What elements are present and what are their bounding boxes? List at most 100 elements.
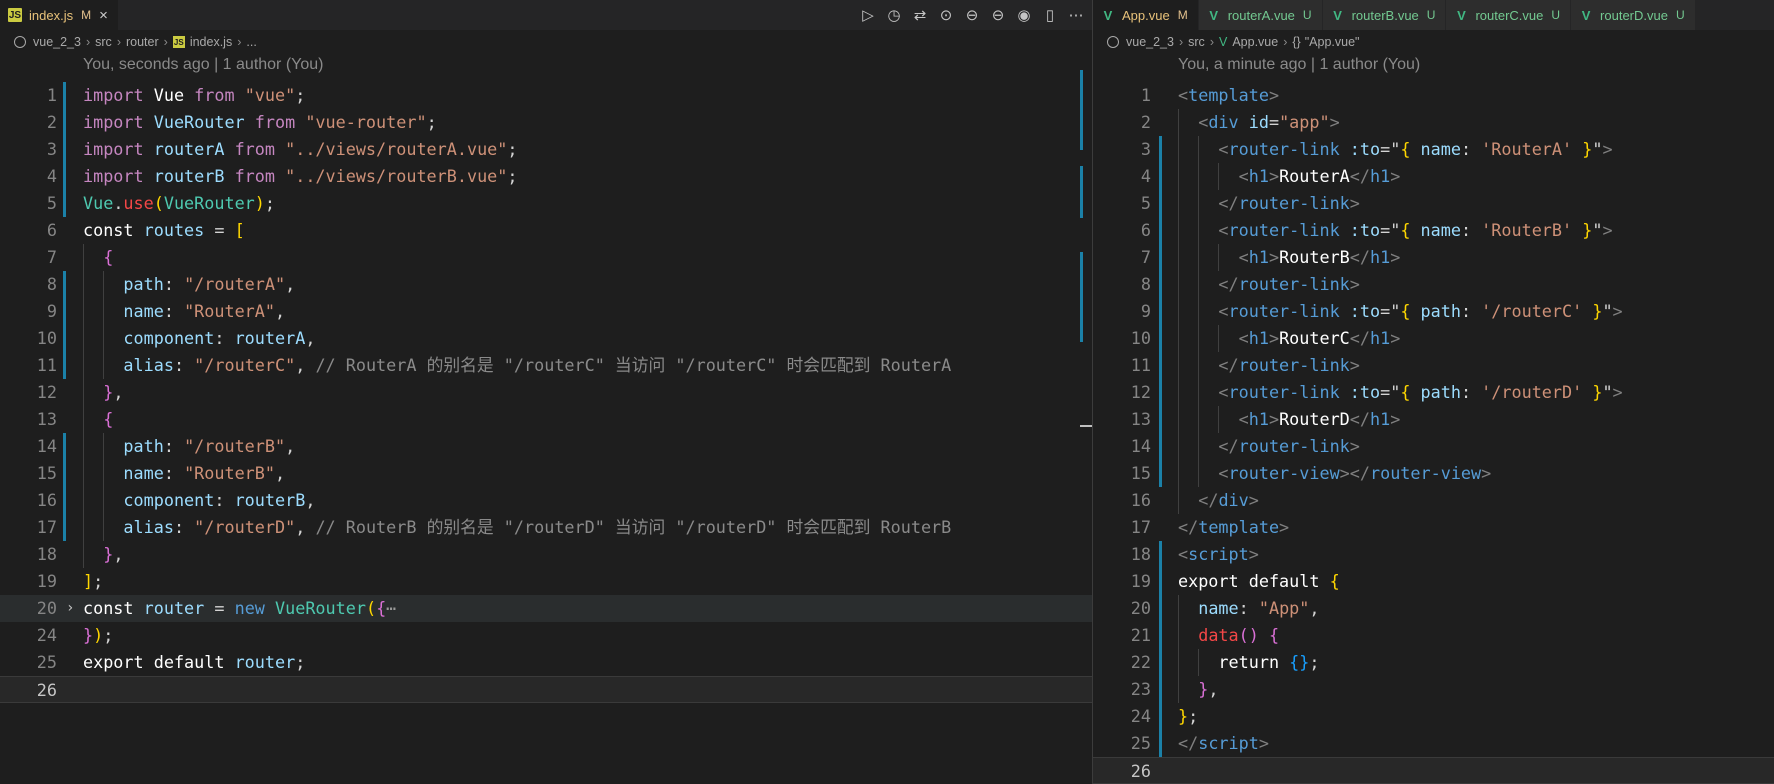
modified-badge: M <box>81 8 92 22</box>
tab-routera-vue[interactable]: V routerA.vue U <box>1198 0 1323 30</box>
git-blame-codelens[interactable]: You, a minute ago | 1 author (You) <box>1178 56 1420 74</box>
breadcrumb-item[interactable]: App.vue <box>1232 35 1278 49</box>
run-icon[interactable]: ▷ <box>860 6 876 24</box>
code-line: 21 data() { <box>1093 622 1774 649</box>
modified-badge: M <box>1177 8 1188 22</box>
vue-file-icon: V <box>1581 7 1591 23</box>
breadcrumb-item[interactable]: ... <box>246 35 256 49</box>
code-line: 2 import VueRouter from "vue-router"; <box>0 109 1092 136</box>
breadcrumb-item[interactable]: src <box>95 35 112 49</box>
more-actions-icon[interactable]: ⋯ <box>1068 6 1084 24</box>
split-editor-icon[interactable]: ▯ <box>1042 6 1058 24</box>
tab-app-vue[interactable]: V App.vue M <box>1093 0 1199 30</box>
tab-label: index.js <box>29 7 74 23</box>
editor-pane-right[interactable]: V App.vue M V routerA.vue U V routerB.vu… <box>1093 0 1774 784</box>
code-line: 2 <div id="app"> <box>1093 109 1774 136</box>
code-line: 14 </router-link> <box>1093 433 1774 460</box>
vue-file-icon: V <box>1333 7 1342 23</box>
code-line: 6 const routes = [ <box>46 220 245 240</box>
code-line: 8 </router-link> <box>1093 271 1774 298</box>
tab-routerb-vue[interactable]: V routerB.vue U <box>1322 0 1447 30</box>
code-line: 12 }, <box>0 379 1092 406</box>
fold-chevron-icon[interactable]: › <box>66 595 74 622</box>
code-line: 18 }, <box>0 541 1092 568</box>
tab-bar: V App.vue M V routerA.vue U V routerB.vu… <box>1093 0 1774 30</box>
code-line: 19]; <box>36 571 104 591</box>
toggle-blame-icon[interactable]: ◉ <box>1016 6 1032 24</box>
js-file-icon: JS <box>172 36 185 48</box>
js-file-icon: JS <box>8 8 22 22</box>
code-line: 13 <h1>RouterD</h1> <box>1093 406 1774 433</box>
code-line: 8 path: "/routerA", <box>0 271 1092 298</box>
code-line: 10 <h1>RouterC</h1> <box>1093 325 1774 352</box>
untracked-badge: U <box>1551 8 1561 22</box>
editor-actions: ▷ ◷ ⇄ ⊙ ⊖ ⊖ ◉ ▯ ⋯ <box>860 0 1084 30</box>
breadcrumb-item[interactable]: "App.vue" <box>1305 35 1360 49</box>
symbol-object-icon: {} <box>1292 35 1301 49</box>
code-line: 10 component: routerA, <box>0 325 1092 352</box>
code-line: 3 <router-link :to="{ name: 'RouterA' }"… <box>1093 136 1774 163</box>
breadcrumb-item[interactable]: src <box>1188 35 1205 49</box>
breadcrumb-item[interactable]: vue_2_3 <box>1126 35 1174 49</box>
breadcrumb-item[interactable]: index.js <box>190 35 232 49</box>
tab-routerd-vue[interactable]: V routerD.vue U <box>1571 0 1696 30</box>
git-blame-codelens[interactable]: You, seconds ago | 1 author (You) <box>83 56 323 74</box>
vue-file-icon: V <box>1209 7 1219 23</box>
code-line: 1 import Vue from "vue"; <box>0 82 1092 109</box>
code-line: 17 </template> <box>1130 517 1290 537</box>
code-line: 24}); <box>36 625 114 645</box>
tab-index-js[interactable]: JS index.js M × <box>0 0 119 30</box>
code-line: 1 <template> <box>1140 85 1280 105</box>
breadcrumb: vue_2_3 › src › V App.vue › {} "App.vue" <box>1093 31 1774 53</box>
code-line: 19 export default { <box>1093 568 1774 595</box>
previous-change-icon[interactable]: ⊖ <box>964 6 980 24</box>
code-line: 13 { <box>0 406 1092 433</box>
breadcrumb-item[interactable]: vue_2_3 <box>33 35 81 49</box>
code-line: 12 <router-link :to="{ path: '/routerD' … <box>1093 379 1774 406</box>
code-line: 15 <router-view></router-view> <box>1093 460 1774 487</box>
untracked-badge: U <box>1426 8 1436 22</box>
tab-label: routerA.vue <box>1227 7 1295 23</box>
tab-label: routerB.vue <box>1351 7 1419 23</box>
next-change-icon[interactable]: ⊖ <box>990 6 1006 24</box>
code-line: 6 <router-link :to="{ name: 'RouterB' }"… <box>1093 217 1774 244</box>
code-line: 14 path: "/routerB", <box>0 433 1092 460</box>
close-icon[interactable]: × <box>99 7 108 24</box>
code-line: 16 </div> <box>1093 487 1774 514</box>
code-line: 15 name: "RouterB", <box>0 460 1092 487</box>
code-line-folded: 20 › const router = new VueRouter({⋯ <box>0 595 1092 622</box>
scroll-cursor-marker <box>1080 425 1092 427</box>
folder-root-icon <box>14 36 26 48</box>
code-line: 9 <router-link :to="{ path: '/routerC' }… <box>1093 298 1774 325</box>
code-line: 9 name: "RouterA", <box>0 298 1092 325</box>
open-changes-icon[interactable]: ⊙ <box>938 6 954 24</box>
code-line: 5 </router-link> <box>1093 190 1774 217</box>
code-line: 4 <h1>RouterA</h1> <box>1093 163 1774 190</box>
code-line: 20 name: "App", <box>1093 595 1774 622</box>
untracked-badge: U <box>1302 8 1312 22</box>
tab-routerc-vue[interactable]: V routerC.vue U <box>1446 0 1572 30</box>
code-line: 23 }, <box>1093 676 1774 703</box>
editor-pane-left[interactable]: JS index.js M × ▷ ◷ ⇄ ⊙ ⊖ ⊖ ◉ ▯ ⋯ vue_2_… <box>0 0 1092 784</box>
code-editor[interactable]: 1 <template> 2 <div id="app"> 3 <router-l… <box>1093 82 1774 784</box>
code-line: 5 Vue.use(VueRouter); <box>0 190 1092 217</box>
code-editor[interactable]: 1 import Vue from "vue"; 2 import VueRoute… <box>0 82 1092 703</box>
code-line: 24}; <box>1093 703 1774 730</box>
tab-label: routerD.vue <box>1600 7 1668 23</box>
code-line: 18 <script> <box>1093 541 1774 568</box>
code-line-current: 26 <box>1093 757 1774 784</box>
overview-ruler[interactable] <box>1078 56 1092 784</box>
code-line: 7 { <box>0 244 1092 271</box>
code-line: 11 </router-link> <box>1093 352 1774 379</box>
vue-file-icon: V <box>1457 7 1466 23</box>
untracked-badge: U <box>1675 8 1685 22</box>
vue-file-icon: V <box>1218 35 1228 49</box>
code-line: 22 return {}; <box>1093 649 1774 676</box>
code-line-current: 26 <box>0 676 1092 703</box>
compare-changes-icon[interactable]: ⇄ <box>912 6 928 24</box>
timeline-icon[interactable]: ◷ <box>886 6 902 24</box>
breadcrumb: vue_2_3 › src › router › JS index.js › ... <box>0 31 1092 53</box>
code-line: 11 alias: "/routerC", // RouterA 的别名是 "/… <box>0 352 1092 379</box>
code-line: 16 component: routerB, <box>0 487 1092 514</box>
breadcrumb-item[interactable]: router <box>126 35 159 49</box>
